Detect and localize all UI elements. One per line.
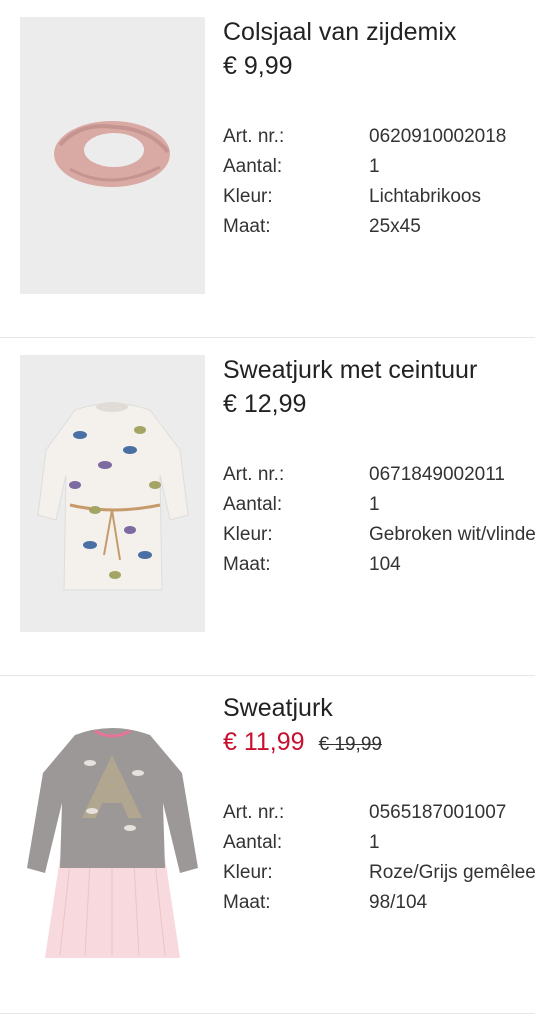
detail-row-quantity: Aantal: 1 xyxy=(223,156,535,186)
detail-value: 0565187001007 xyxy=(369,802,507,823)
product-price: € 9,99 xyxy=(223,52,293,80)
pink-scarf-image xyxy=(54,121,170,187)
detail-row-quantity: Aantal: 1 xyxy=(223,832,535,862)
detail-value: Roze/Grijs gemêleerd xyxy=(369,862,535,883)
detail-row-article: Art. nr.: 0671849002011 xyxy=(223,464,535,494)
detail-value: Lichtabrikoos xyxy=(369,186,481,207)
butterfly-dress-image xyxy=(37,402,189,591)
detail-value: 1 xyxy=(369,832,380,853)
product-name[interactable]: Sweatjurk met ceintuur xyxy=(223,356,477,385)
detail-value: 104 xyxy=(369,554,401,575)
detail-label: Art. nr.: xyxy=(223,802,285,823)
grey-pink-dress-image xyxy=(27,728,198,958)
detail-label: Kleur: xyxy=(223,186,273,207)
product-image[interactable] xyxy=(20,355,205,632)
detail-label: Aantal: xyxy=(223,494,283,515)
detail-label: Art. nr.: xyxy=(223,126,285,147)
detail-row-size: Maat: 98/104 xyxy=(223,892,535,922)
product-details: Art. nr.: 0620910002018 Aantal: 1 Kleur:… xyxy=(223,126,535,246)
detail-label: Maat: xyxy=(223,892,271,913)
detail-label: Aantal: xyxy=(223,832,283,853)
price-row: € 11,99 € 19,99 xyxy=(223,728,382,757)
cart-item: Sweatjurk € 11,99 € 19,99 Art. nr.: 05651… xyxy=(0,676,535,1014)
sale-price: € 11,99 xyxy=(223,728,305,756)
price-row: € 12,99 xyxy=(223,390,306,419)
detail-value: 0671849002011 xyxy=(369,464,505,485)
detail-value: Gebroken wit/vlinders xyxy=(369,524,535,545)
cart-item: Colsjaal van zijdemix € 9,99 Art. nr.: 0… xyxy=(0,0,535,338)
detail-value: 1 xyxy=(369,494,380,515)
product-details: Art. nr.: 0565187001007 Aantal: 1 Kleur:… xyxy=(223,802,535,922)
cart-item: Sweatjurk met ceintuur € 12,99 Art. nr.:… xyxy=(0,338,535,676)
detail-value: 0620910002018 xyxy=(369,126,507,147)
detail-label: Kleur: xyxy=(223,524,273,545)
product-name[interactable]: Colsjaal van zijdemix xyxy=(223,18,456,47)
product-details: Art. nr.: 0671849002011 Aantal: 1 Kleur:… xyxy=(223,464,535,584)
product-image[interactable] xyxy=(20,17,205,294)
detail-row-article: Art. nr.: 0620910002018 xyxy=(223,126,535,156)
detail-value: 25x45 xyxy=(369,216,421,237)
detail-row-article: Art. nr.: 0565187001007 xyxy=(223,802,535,832)
original-price: € 19,99 xyxy=(318,734,382,755)
detail-value: 98/104 xyxy=(369,892,428,913)
detail-label: Art. nr.: xyxy=(223,464,285,485)
detail-row-color: Kleur: Lichtabrikoos xyxy=(223,186,535,216)
detail-label: Maat: xyxy=(223,554,271,575)
detail-row-color: Kleur: Roze/Grijs gemêleerd xyxy=(223,862,535,892)
detail-row-size: Maat: 25x45 xyxy=(223,216,535,246)
product-name[interactable]: Sweatjurk xyxy=(223,694,333,723)
detail-row-color: Kleur: Gebroken wit/vlinders xyxy=(223,524,535,554)
detail-label: Aantal: xyxy=(223,156,283,177)
detail-row-quantity: Aantal: 1 xyxy=(223,494,535,524)
detail-label: Kleur: xyxy=(223,862,273,883)
detail-label: Maat: xyxy=(223,216,271,237)
detail-row-size: Maat: 104 xyxy=(223,554,535,584)
detail-value: 1 xyxy=(369,156,380,177)
product-price: € 12,99 xyxy=(223,390,307,418)
product-image[interactable] xyxy=(20,693,205,970)
price-row: € 9,99 xyxy=(223,52,293,81)
